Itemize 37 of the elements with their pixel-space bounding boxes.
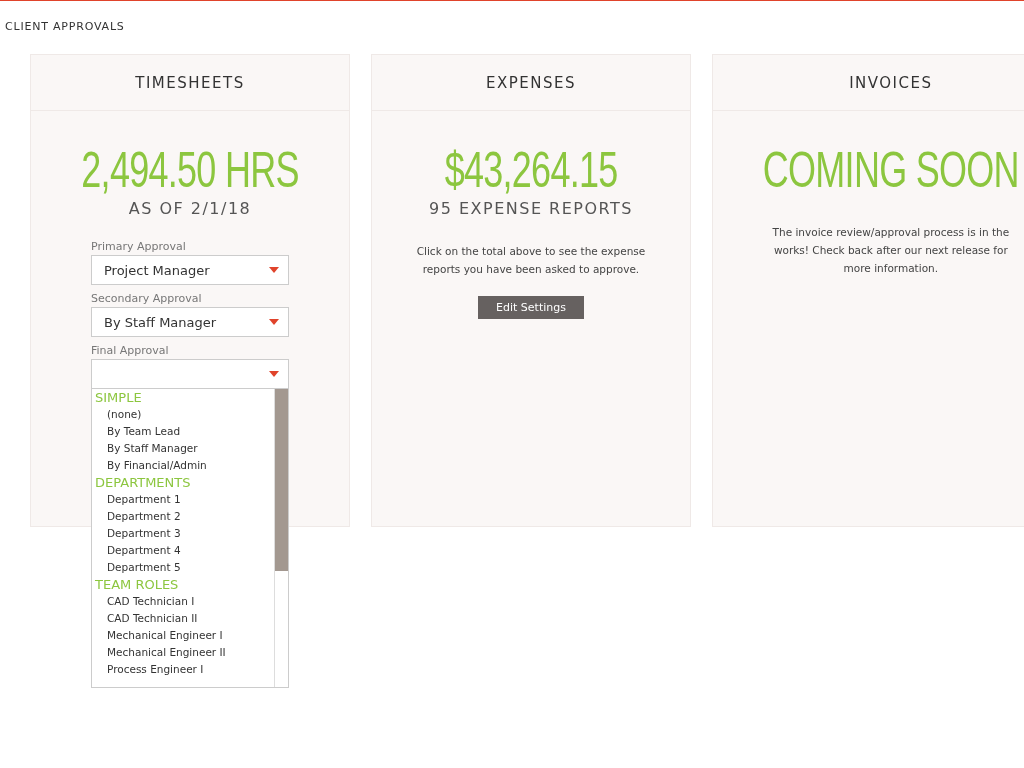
caret-icon — [269, 267, 279, 273]
field-label: Final Approval — [91, 344, 170, 357]
dropdown-option[interactable]: CAD Technician II — [92, 610, 274, 627]
description-text: The invoice review/approval process is in the works! Check back after our next release for more information. — [771, 225, 1011, 276]
dropdown-option[interactable]: (none) — [92, 406, 274, 423]
caret-icon — [269, 371, 279, 377]
select-field[interactable]: By Staff Manager — [91, 307, 289, 337]
dropdown-option[interactable]: Department 5 — [92, 559, 274, 576]
dropdown-option[interactable]: By Team Lead — [92, 423, 274, 440]
select-field[interactable] — [91, 359, 289, 389]
caret-icon — [269, 319, 279, 325]
dropdown-option[interactable]: Mechanical Engineer I — [92, 627, 274, 644]
dropdown-option[interactable]: By Financial/Admin — [92, 457, 274, 474]
card-title: TIMESHEETS — [135, 73, 245, 92]
group-heading: DEPARTMENTS — [94, 474, 192, 491]
dropdown-option[interactable]: Mechanical Engineer II — [92, 644, 274, 661]
scrollbar-thumb[interactable] — [275, 389, 288, 571]
dropdown-option[interactable]: By Staff Manager — [92, 440, 274, 457]
card-subtitle: 95 EXPENSE REPORTS — [429, 199, 633, 218]
field-label: Secondary Approval — [91, 292, 203, 305]
field-label: Primary Approval — [91, 240, 187, 253]
dropdown-option[interactable]: CAD Technician I — [92, 593, 274, 610]
page-title: CLIENT APPROVALS — [5, 20, 125, 33]
dropdown-option[interactable]: Department 4 — [92, 542, 274, 559]
dropdown-option[interactable]: Department 3 — [92, 525, 274, 542]
group-heading: TEAM ROLES — [94, 576, 180, 593]
select-field[interactable]: Project Manager — [91, 255, 289, 285]
card-title: EXPENSES — [486, 73, 576, 92]
card-subtitle: AS OF 2/1/18 — [128, 199, 252, 218]
dropdown-option[interactable]: Department 2 — [92, 508, 274, 525]
edit-settings-button[interactable]: Edit Settings — [478, 296, 584, 319]
description-text: Click on the total above to see the expense reports you have been asked to approve. — [415, 244, 647, 277]
dropdown-option[interactable]: Process Engineer I — [92, 661, 274, 678]
card-title: INVOICES — [849, 73, 933, 92]
group-heading: SIMPLE — [94, 389, 143, 406]
total-value: COMING SOON — [762, 141, 1019, 199]
dropdown-option[interactable]: Department 1 — [92, 491, 274, 508]
